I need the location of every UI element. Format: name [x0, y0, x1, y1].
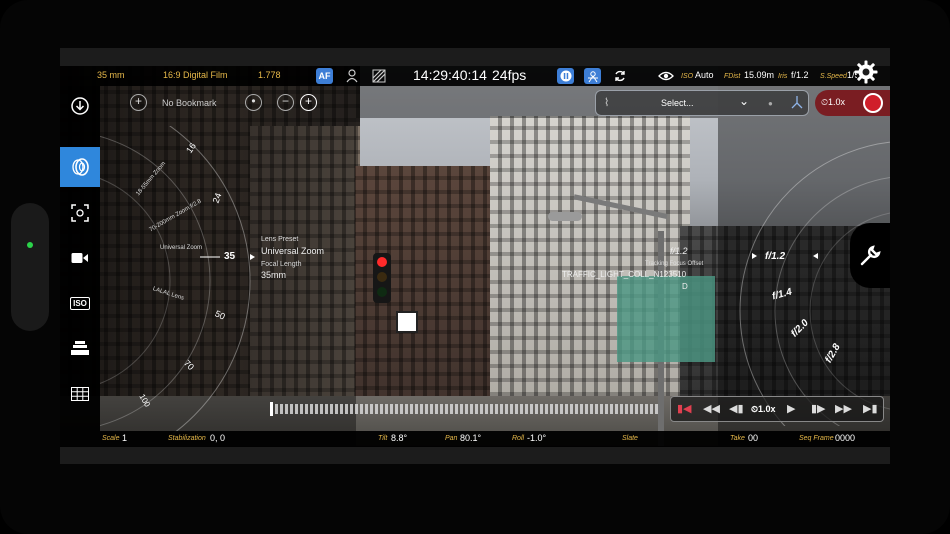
viewfinder-screen: 35 24 16 50 70 100 Universal Zoom LALAL …	[60, 48, 890, 464]
take-value: 00	[748, 433, 759, 443]
fast-forward-icon[interactable]: ▶▶	[835, 402, 852, 415]
scale-label: Scale	[102, 435, 120, 442]
fdist-value: 15.09m	[744, 70, 775, 80]
settings-gear-icon[interactable]	[854, 60, 878, 84]
playback-controls: ▮◀ ◀◀ ◀▮ ⏲1.0x ▶ ▮▶ ▶▶ ▶▮	[670, 396, 884, 422]
aspect-readout: 1.778	[258, 70, 281, 80]
rewind-icon[interactable]: ◀◀	[703, 402, 720, 415]
iris-value: f/1.2	[791, 70, 809, 80]
speed-label: S.Speed	[820, 73, 847, 80]
bottom-status-bar: Scale 1 Stabilization 0, 0 Tilt 8.8° Pan…	[60, 431, 890, 447]
af-icon[interactable]: AF	[316, 68, 333, 84]
timeline-playhead[interactable]	[270, 402, 273, 416]
zebra-icon[interactable]	[370, 68, 387, 84]
dot-icon[interactable]: ●	[768, 99, 773, 108]
operator-icon[interactable]	[343, 68, 360, 84]
minus-icon[interactable]: −	[277, 94, 294, 111]
eye-icon[interactable]	[657, 68, 674, 84]
iso-icon[interactable]: ISO	[60, 283, 100, 323]
device-frame: 35 24 16 50 70 100 Universal Zoom LALAL …	[0, 0, 950, 534]
play-icon[interactable]: ▶	[787, 402, 795, 415]
sync-icon[interactable]	[611, 68, 628, 84]
iso-value: Auto	[695, 70, 714, 80]
focus-overlay-sub: Tracking Focus Offset	[645, 261, 704, 267]
roll-value: -1.0°	[527, 433, 547, 443]
iso-label: ISO	[681, 73, 694, 80]
timeline-ticks	[270, 404, 658, 414]
bookmark-label[interactable]: No Bookmark	[162, 98, 217, 108]
sidebar: ISO	[60, 86, 100, 431]
stabilizer-icon[interactable]	[584, 68, 601, 84]
step-forward-icon[interactable]: ▮▶	[811, 402, 826, 415]
tilt-value: 8.8°	[391, 433, 408, 443]
seq-frame-label: Seq Frame	[799, 435, 834, 442]
roll-label: Roll	[512, 435, 525, 442]
filter-icon[interactable]	[60, 329, 100, 369]
video-camera-icon[interactable]	[60, 238, 100, 278]
streetlight-head	[548, 212, 582, 221]
stabilization-label: Stabilization	[168, 435, 206, 442]
slate-label: Slate	[622, 435, 638, 442]
focal-length-title: Focal Length	[261, 261, 302, 268]
lens-current-focal: 35	[224, 251, 236, 262]
frame-rate[interactable]: 24fps	[492, 67, 526, 83]
axis-icon[interactable]	[790, 94, 804, 115]
go-to-start-icon[interactable]: ▮◀	[677, 402, 692, 415]
traffic-light[interactable]	[373, 253, 391, 303]
record-control: ⏲1.0x	[815, 90, 890, 116]
playback-speed[interactable]: ⏲1.0x	[751, 404, 776, 415]
download-icon[interactable]	[60, 86, 100, 126]
pan-value: 80.1°	[460, 433, 482, 443]
record-zoom-readout[interactable]: ⏲1.0x	[821, 97, 845, 108]
device-notch	[11, 203, 49, 331]
take-label: Take	[730, 435, 745, 442]
fdist-label: FDist	[724, 73, 741, 80]
camera-indicator-dot	[27, 242, 33, 248]
add-icon[interactable]: +	[300, 94, 317, 111]
stabilization-value: 0, 0	[210, 433, 226, 443]
lens-preset-value: Universal Zoom	[261, 246, 325, 256]
focal-length-value: 35mm	[261, 270, 287, 280]
status-bar: 35 mm 16:9 Digital Film 1.778 AF 14:29:4…	[60, 66, 890, 86]
format-readout: 16:9 Digital Film	[163, 70, 228, 80]
step-back-icon[interactable]: ◀▮	[729, 402, 744, 415]
focus-target-icon[interactable]	[60, 193, 100, 233]
chevron-down-icon: ⌄	[739, 94, 750, 108]
lens-ring-label-universal: Universal Zoom	[160, 245, 203, 251]
bookmark-bar: + No Bookmark • − +	[100, 92, 322, 114]
go-to-end-icon[interactable]: ▶▮	[863, 402, 878, 415]
tracked-object-label[interactable]: TRAFFIC_LIGHT_COLL_N123510	[562, 270, 686, 279]
select-label: Select...	[661, 98, 694, 108]
iris-label: Iris	[778, 73, 788, 80]
record-button[interactable]	[863, 93, 883, 113]
stop-icon[interactable]: •	[245, 94, 262, 111]
pause-icon[interactable]	[557, 68, 574, 84]
lens-preset-title: Lens Preset	[261, 236, 299, 243]
timecode: 14:29:40:14	[413, 67, 487, 83]
grid-icon[interactable]	[60, 374, 100, 414]
timeline-scrubber[interactable]	[270, 402, 658, 416]
scale-value: 1	[122, 433, 128, 443]
paperclip-icon: ⌇	[604, 97, 610, 109]
focus-overlay-value: f/1.2	[670, 246, 688, 256]
no-turn-sign	[396, 311, 418, 333]
zoom-in-icon[interactable]: +	[130, 94, 147, 111]
tilt-label: Tilt	[378, 435, 388, 442]
seq-frame-value: 0000	[835, 433, 856, 443]
object-select-dropdown[interactable]: ⌇ Select... ⌄ ●	[595, 90, 809, 116]
focal-length-readout: 35 mm	[97, 70, 125, 80]
focus-current-value: f/1.2	[765, 251, 786, 262]
lens-icon[interactable]	[60, 147, 100, 187]
pan-label: Pan	[445, 435, 458, 442]
lens-wheel[interactable]	[100, 126, 360, 436]
tracked-object-sub: D	[682, 282, 688, 291]
wrench-icon[interactable]	[850, 223, 890, 288]
